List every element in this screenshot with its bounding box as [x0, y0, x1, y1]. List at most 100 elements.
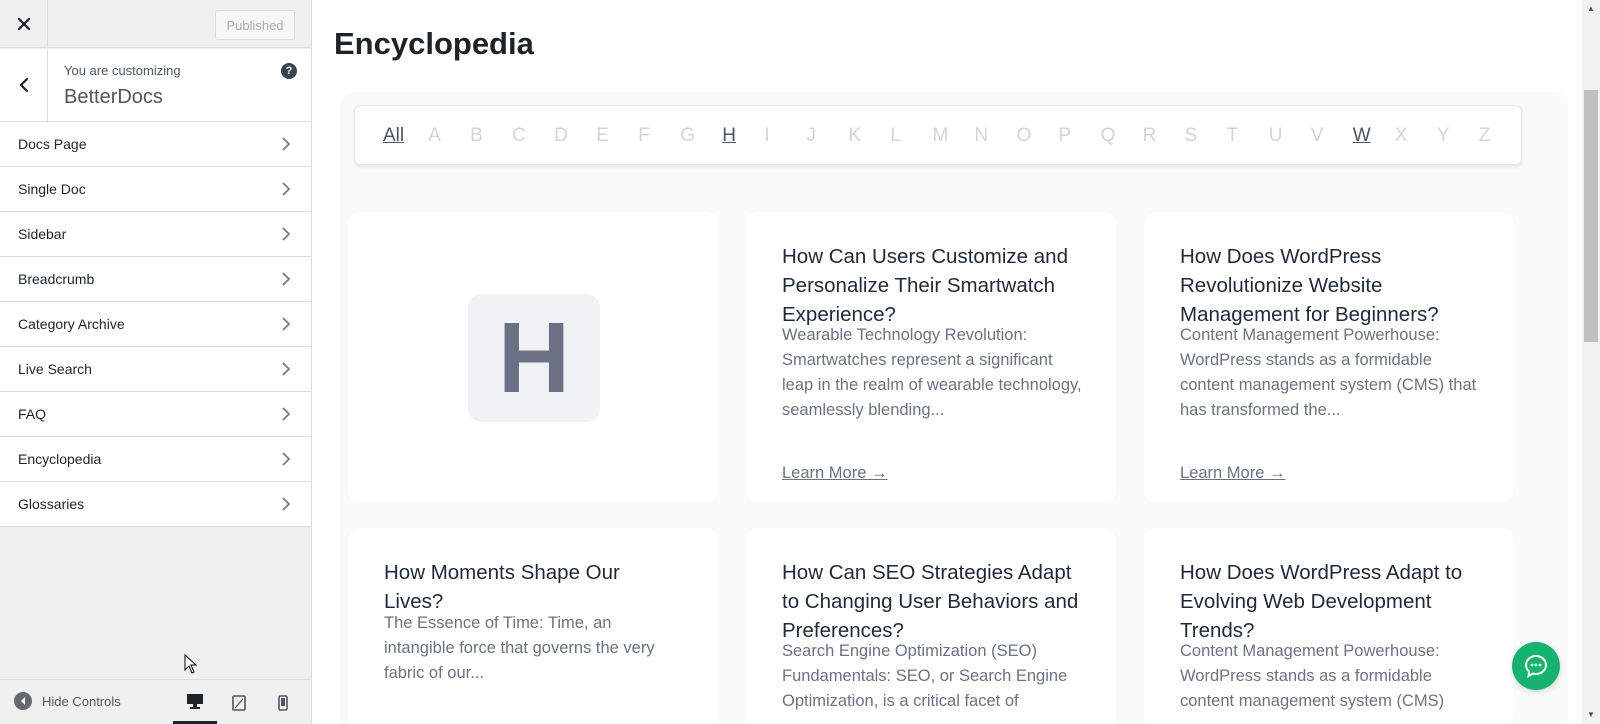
card-title[interactable]: How Does WordPress Revolutionize Website…	[1180, 242, 1500, 329]
chevron-right-icon	[282, 272, 291, 286]
alphabet-letter-n[interactable]: N	[974, 125, 1016, 147]
section-list: Docs Page Single Doc Sidebar Breadcrumb …	[0, 122, 311, 527]
alphabet-letter-t[interactable]: T	[1227, 125, 1269, 147]
alphabet-letter-d[interactable]: D	[554, 125, 596, 147]
encyclopedia-card: How Moments Shape Our Lives? The Essence…	[348, 528, 718, 724]
back-button[interactable]	[0, 49, 48, 121]
section-item-glossaries[interactable]: Glossaries	[0, 482, 311, 527]
card-title[interactable]: How Can SEO Strategies Adapt to Changing…	[782, 558, 1082, 645]
alphabet-letter-all[interactable]: All	[383, 125, 428, 147]
alphabet-letter-g[interactable]: G	[680, 125, 722, 147]
section-label: Live Search	[18, 361, 92, 377]
card-excerpt: Wearable Technology Revolution: Smartwat…	[782, 326, 1082, 419]
alphabet-letter-b[interactable]: B	[470, 125, 512, 147]
learn-more-link[interactable]: Learn More →	[782, 464, 887, 483]
scrollbar-thumb[interactable]	[1584, 90, 1598, 342]
encyclopedia-card: How Can Users Customize and Personalize …	[746, 212, 1116, 502]
learn-more-link[interactable]: Learn More →	[1180, 464, 1285, 483]
chevron-right-icon	[282, 452, 291, 466]
alphabet-letter-h[interactable]: H	[722, 125, 764, 147]
chevron-right-icon	[282, 407, 291, 421]
alphabet-letter-j[interactable]: J	[806, 125, 848, 147]
close-icon	[17, 17, 30, 31]
customizing-label: You are customizing	[64, 63, 181, 78]
hide-controls-button[interactable]: Hide Controls	[14, 692, 121, 710]
card-excerpt: Content Management Powerhouse: WordPress…	[1180, 642, 1445, 710]
mobile-icon	[278, 694, 288, 711]
letter-card: H	[348, 212, 718, 502]
desktop-icon	[187, 693, 203, 709]
tablet-preview-button[interactable]	[217, 680, 261, 724]
encyclopedia-card: How Can SEO Strategies Adapt to Changing…	[746, 528, 1116, 724]
publish-button[interactable]: Published	[215, 10, 295, 40]
section-label: Encyclopedia	[18, 451, 102, 467]
card-title[interactable]: How Does WordPress Adapt to Evolving Web…	[1180, 558, 1480, 645]
device-switcher	[173, 680, 305, 724]
letter-tile: H	[468, 294, 600, 422]
scroll-up-arrow-icon[interactable]: ▲	[1586, 4, 1596, 14]
section-item-encyclopedia[interactable]: Encyclopedia	[0, 437, 311, 482]
chevron-right-icon	[282, 497, 291, 511]
chat-button[interactable]	[1512, 642, 1560, 690]
alphabet-letter-v[interactable]: V	[1311, 125, 1353, 147]
section-label: Glossaries	[18, 496, 85, 512]
alphabet-letter-x[interactable]: X	[1395, 125, 1437, 147]
tablet-icon	[232, 694, 246, 711]
mobile-preview-button[interactable]	[261, 680, 305, 724]
section-item-docs-page[interactable]: Docs Page	[0, 122, 311, 167]
help-icon[interactable]: ?	[281, 63, 297, 79]
collapse-icon	[14, 692, 32, 710]
alphabet-list: All A B C D E F G H I J K L M N O P Q R S T U V W X Y Z	[355, 106, 1521, 166]
card-excerpt: The Essence of Time: Time, an intangible…	[384, 614, 655, 682]
customizer-header: Published	[0, 0, 311, 48]
alphabet-letter-w[interactable]: W	[1353, 125, 1395, 147]
alphabet-letter-i[interactable]: I	[764, 125, 806, 147]
encyclopedia-card: How Does WordPress Revolutionize Website…	[1144, 212, 1514, 502]
alphabet-letter-l[interactable]: L	[890, 125, 932, 147]
chat-icon	[1524, 654, 1548, 678]
alphabet-letter-z[interactable]: Z	[1479, 125, 1521, 147]
alphabet-letter-u[interactable]: U	[1269, 125, 1311, 147]
chevron-right-icon	[282, 137, 291, 151]
alphabet-letter-f[interactable]: F	[638, 125, 680, 147]
encyclopedia-card: How Does WordPress Adapt to Evolving Web…	[1144, 528, 1514, 724]
chevron-right-icon	[282, 362, 291, 376]
card-excerpt: Content Management Powerhouse: WordPress…	[1180, 326, 1477, 419]
customizer-footer: Hide Controls	[0, 679, 311, 724]
chevron-left-icon	[19, 77, 28, 93]
alphabet-letter-p[interactable]: P	[1059, 125, 1101, 147]
alphabet-letter-c[interactable]: C	[512, 125, 554, 147]
alphabet-letter-e[interactable]: E	[596, 125, 638, 147]
section-label: Sidebar	[18, 226, 67, 242]
alphabet-letter-o[interactable]: O	[1017, 125, 1059, 147]
alphabet-letter-s[interactable]: S	[1185, 125, 1227, 147]
desktop-preview-button[interactable]	[173, 680, 217, 724]
site-name: BetterDocs	[64, 86, 163, 108]
section-item-sidebar[interactable]: Sidebar	[0, 212, 311, 257]
close-customizer-button[interactable]	[0, 0, 48, 48]
alphabet-letter-q[interactable]: Q	[1101, 125, 1143, 147]
alphabet-letter-y[interactable]: Y	[1437, 125, 1479, 147]
alphabet-letter-m[interactable]: M	[932, 125, 974, 147]
scroll-down-arrow-icon[interactable]: ▼	[1586, 710, 1596, 720]
section-label: FAQ	[18, 406, 47, 422]
page-title: Encyclopedia	[334, 26, 534, 61]
card-title[interactable]: How Moments Shape Our Lives?	[384, 558, 664, 616]
section-item-breadcrumb[interactable]: Breadcrumb	[0, 257, 311, 302]
section-label: Category Archive	[18, 316, 125, 332]
section-item-faq[interactable]: FAQ	[0, 392, 311, 437]
hide-controls-label: Hide Controls	[42, 693, 121, 709]
mouse-cursor-icon	[184, 654, 198, 674]
card-title[interactable]: How Can Users Customize and Personalize …	[782, 242, 1102, 329]
section-label: Single Doc	[18, 181, 86, 197]
section-label: Docs Page	[18, 136, 87, 152]
alphabet-letter-k[interactable]: K	[848, 125, 890, 147]
section-item-single-doc[interactable]: Single Doc	[0, 167, 311, 212]
customizer-sidebar: Published You are customizing BetterDocs…	[0, 0, 312, 724]
section-item-category-archive[interactable]: Category Archive	[0, 302, 311, 347]
alphabet-letter-r[interactable]: R	[1143, 125, 1185, 147]
alphabet-letter-a[interactable]: A	[428, 125, 470, 147]
card-excerpt: Search Engine Optimization (SEO) Fundame…	[782, 642, 1068, 710]
chevron-right-icon	[282, 317, 291, 331]
section-item-live-search[interactable]: Live Search	[0, 347, 311, 392]
